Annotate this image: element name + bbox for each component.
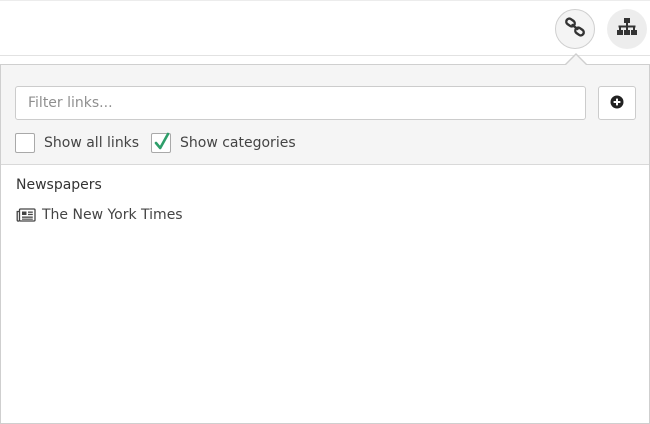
sitemap-icon xyxy=(615,15,639,43)
link-label: The New York Times xyxy=(42,207,183,223)
checkbox-checked[interactable] xyxy=(151,132,171,156)
show-all-links-checkbox[interactable]: Show all links xyxy=(15,132,139,154)
checkmark-icon xyxy=(154,132,170,156)
show-categories-label: Show categories xyxy=(180,135,296,151)
filter-links-input[interactable] xyxy=(15,86,586,120)
plus-circle-icon xyxy=(610,94,624,113)
top-toolbar xyxy=(0,0,650,56)
newspaper-icon xyxy=(16,208,36,222)
show-categories-checkbox[interactable]: Show categories xyxy=(151,132,296,154)
links-button[interactable] xyxy=(555,9,595,49)
show-all-links-label: Show all links xyxy=(44,135,140,151)
checkbox-unchecked[interactable] xyxy=(15,133,35,153)
link-icon xyxy=(563,15,587,43)
category-title: Newspapers xyxy=(16,177,102,193)
add-link-button[interactable] xyxy=(598,86,636,120)
link-item[interactable]: The New York Times xyxy=(16,206,183,224)
links-panel: Show all links Show categories Newspaper… xyxy=(0,64,650,424)
links-panel-header: Show all links Show categories xyxy=(1,65,649,165)
sitemap-button[interactable] xyxy=(607,9,647,49)
panel-caret-fill xyxy=(566,55,586,65)
